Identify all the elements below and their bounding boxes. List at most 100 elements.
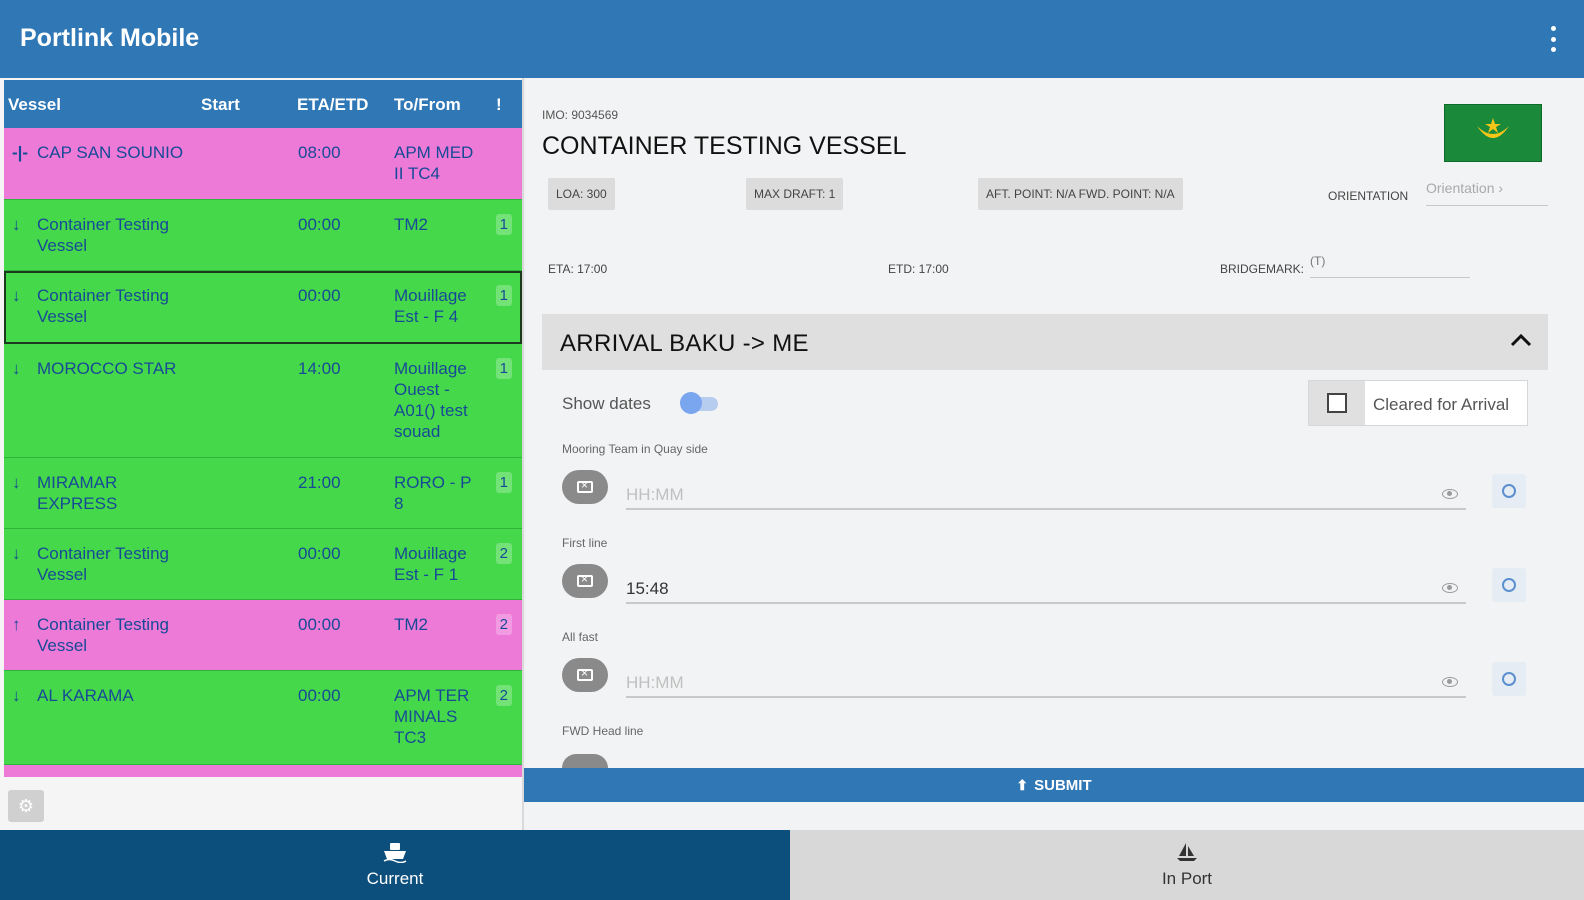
ship-icon <box>383 843 407 863</box>
col-eta-etd[interactable]: ETA/ETD <box>297 95 368 115</box>
orientation-select[interactable]: Orientation › <box>1426 178 1548 206</box>
arrival-title: ARRIVAL BAKU -> ME <box>560 330 809 357</box>
count-badge: 1 <box>495 472 512 493</box>
more-vert-icon[interactable] <box>1548 26 1558 52</box>
destination: RORO - P 8 <box>394 473 472 513</box>
bridgemark-field[interactable]: (T) <box>1310 254 1470 278</box>
show-dates-toggle[interactable] <box>680 392 720 414</box>
all-fast-label: All fast <box>562 630 599 644</box>
eye-icon[interactable] <box>1442 583 1458 593</box>
destination: Mouillage Ouest - A01() test souad <box>394 359 468 441</box>
arrival-arrow-icon: ↓ <box>12 359 21 378</box>
all-fast-time-input[interactable] <box>626 662 1466 698</box>
checkbox-icon[interactable] <box>1327 393 1347 413</box>
count-badge: 1 <box>495 214 512 235</box>
eta-text: ETA: 17:00 <box>548 262 608 276</box>
mooring-team-time-input[interactable] <box>626 474 1466 510</box>
table-row-selected[interactable]: ↓ Container Testing Vessel 00:00 Mouilla… <box>4 271 522 344</box>
max-draft-chip: MAX DRAFT: 1 <box>746 178 844 210</box>
vessel-name: CAP SAN SOUNIO <box>37 143 184 162</box>
arrival-arrow-icon: ↓ <box>12 215 21 234</box>
tab-in-port[interactable]: In Port <box>790 830 1584 900</box>
departure-arrow-icon: ↑ <box>12 615 21 634</box>
tab-current[interactable]: Current <box>0 830 790 900</box>
arrival-arrow-icon: ↓ <box>12 286 21 305</box>
col-alert[interactable]: ! <box>496 95 502 115</box>
count-badge: 1 <box>495 285 512 306</box>
spacer <box>524 802 1584 830</box>
shift-icon: -|- <box>12 143 29 162</box>
submit-button[interactable]: ⬆ SUBMIT <box>524 768 1584 802</box>
destination: TM2 <box>394 215 428 234</box>
table-row[interactable]: ↓ AL KARAMA 00:00 APM TER MINALS TC3 2 <box>4 671 522 765</box>
eye-icon[interactable] <box>1442 677 1458 687</box>
destination: APM TER MINALS TC3 <box>394 686 470 747</box>
table-row[interactable]: ↓ MIRAMAR EXPRESS 21:00 RORO - P 8 1 <box>4 458 522 529</box>
time-picker-button[interactable] <box>1492 474 1526 508</box>
submit-label: SUBMIT <box>1034 776 1092 794</box>
arrival-section-header[interactable]: ARRIVAL BAKU -> ME <box>542 314 1548 370</box>
col-vessel[interactable]: Vessel <box>8 95 61 115</box>
backspace-icon <box>577 666 593 681</box>
tab-current-label: Current <box>366 869 424 888</box>
bridgemark-label: BRIDGEMARK: <box>1220 262 1305 276</box>
clear-time-button[interactable] <box>562 564 608 598</box>
etd-text: ETD: 17:00 <box>888 262 949 276</box>
start-time: 14:00 <box>298 359 341 378</box>
chevron-up-icon[interactable] <box>1508 328 1534 354</box>
orientation-label: ORIENTATION <box>1328 189 1409 203</box>
points-chip: AFT. POINT: N/A FWD. POINT: N/A <box>978 178 1183 210</box>
tab-in-port-label: In Port <box>1161 869 1213 888</box>
table-row[interactable]: ↓ Container Testing Vessel 00:00 TM2 1 <box>4 200 522 271</box>
settings-button[interactable]: ⚙ <box>8 790 44 822</box>
time-picker-button[interactable] <box>1492 568 1526 602</box>
show-dates-label: Show dates <box>562 394 651 413</box>
count-badge: 2 <box>495 543 512 564</box>
destination: TM2 <box>394 615 428 634</box>
vessel-name: Container Testing Vessel <box>37 544 169 584</box>
imo-number: IMO: 9034569 <box>542 108 619 122</box>
vessel-name: MIRAMAR EXPRESS <box>37 473 118 513</box>
cleared-for-arrival-checkbox[interactable]: Cleared for Arrival <box>1308 380 1528 426</box>
start-time: 00:00 <box>298 686 341 705</box>
start-time: 08:00 <box>298 143 341 162</box>
vessel-name: MOROCCO STAR <box>37 359 177 378</box>
clear-time-button[interactable] <box>562 754 608 768</box>
count-badge: 1 <box>495 358 512 379</box>
backspace-icon <box>577 572 593 587</box>
time-picker-button[interactable] <box>1492 662 1526 696</box>
col-to-from[interactable]: To/From <box>394 95 461 115</box>
first-line-label: First line <box>562 536 608 550</box>
clear-time-button[interactable] <box>562 658 608 692</box>
loa-chip: LOA: 300 <box>548 178 615 210</box>
table-row-partial[interactable] <box>4 765 522 777</box>
clock-icon <box>1502 578 1516 592</box>
vessel-name: Container Testing Vessel <box>37 615 169 655</box>
vessel-name: Container Testing Vessel <box>37 215 169 255</box>
vessel-list-panel: Vessel Start ETA/ETD To/From ! -|- CAP S… <box>0 78 524 838</box>
vessel-detail-panel: IMO: 9034569 CONTAINER TESTING VESSEL LO… <box>526 78 1584 768</box>
destination: Mouillage Est - F 4 <box>394 286 467 326</box>
mooring-team-label: Mooring Team in Quay side <box>562 442 708 456</box>
count-badge: 2 <box>495 685 512 706</box>
table-row[interactable]: ↑ Container Testing Vessel 00:00 TM2 2 <box>4 600 522 671</box>
table-row[interactable]: -|- CAP SAN SOUNIO 08:00 APM MED II TC4 <box>4 128 522 200</box>
first-line-time-input[interactable] <box>626 568 1466 604</box>
arrival-arrow-icon: ↓ <box>12 544 21 563</box>
bottom-navigation: Current In Port <box>0 830 1584 900</box>
fwd-head-line-label: FWD Head line <box>562 724 644 738</box>
start-time: 00:00 <box>298 615 341 634</box>
table-row[interactable]: ↓ MOROCCO STAR 14:00 Mouillage Ouest - A… <box>4 344 522 458</box>
start-time: 00:00 <box>298 544 341 563</box>
table-row[interactable]: ↓ Container Testing Vessel 00:00 Mouilla… <box>4 529 522 600</box>
col-start[interactable]: Start <box>201 95 240 115</box>
count-badge: 2 <box>495 614 512 635</box>
eye-icon[interactable] <box>1442 489 1458 499</box>
sailboat-icon <box>1177 843 1197 861</box>
start-time: 00:00 <box>298 215 341 234</box>
upload-icon: ⬆ <box>1016 776 1029 793</box>
backspace-icon <box>577 478 593 493</box>
vessel-list: -|- CAP SAN SOUNIO 08:00 APM MED II TC4 … <box>4 128 522 765</box>
clear-time-button[interactable] <box>562 470 608 504</box>
start-time: 00:00 <box>298 286 341 305</box>
